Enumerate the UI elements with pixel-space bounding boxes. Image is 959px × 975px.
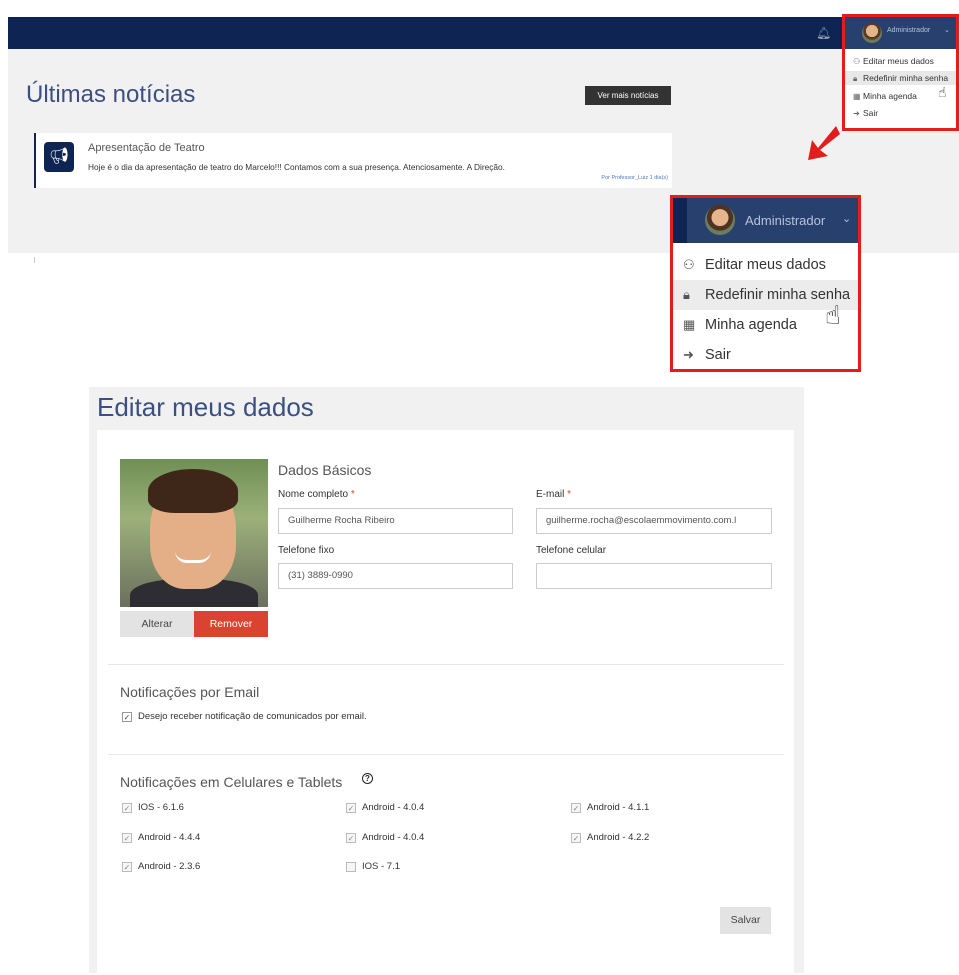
device-checkbox[interactable]: ✓	[571, 803, 581, 813]
email-notification-label: Desejo receber notificação de comunicado…	[138, 711, 367, 722]
email-field[interactable]: guilherme.rocha@escolaemmovimento.com.l	[536, 508, 772, 534]
device-label: IOS - 6.1.6	[138, 802, 184, 813]
mobile-label: Telefone celular	[536, 545, 607, 556]
profile-photo	[120, 459, 268, 607]
divider	[108, 754, 784, 755]
avatar	[705, 205, 735, 235]
news-item-title: Apresentação de Teatro	[88, 142, 205, 154]
device-notifications-heading: Notificações em Celulares e Tablets	[120, 774, 343, 790]
device-checkbox[interactable]: ✓	[122, 862, 132, 872]
device-checkbox[interactable]: ✓	[571, 833, 581, 843]
device-checkbox[interactable]: ✓	[346, 803, 356, 813]
email-notifications-heading: Notificações por Email	[120, 684, 260, 700]
divider	[34, 257, 35, 263]
sign-out-icon: ➜	[683, 347, 694, 362]
phone-label: Telefone fixo	[278, 545, 335, 556]
arrow-icon	[808, 126, 840, 160]
remove-photo-button[interactable]: Remover	[194, 611, 268, 637]
device-checkbox[interactable]: ✓	[346, 833, 356, 843]
device-label: Android - 2.3.6	[138, 861, 201, 872]
news-item-body: Hoje é o dia da apresentação de teatro d…	[88, 162, 505, 172]
top-navbar: 🔔︎	[8, 17, 959, 49]
full-name-label: Nome completo *	[278, 489, 355, 500]
device-label: Android - 4.4.4	[138, 832, 201, 843]
user-name: Administrador	[745, 213, 826, 228]
device-label: Android - 4.2.2	[587, 832, 650, 843]
highlight-box-small	[842, 14, 959, 131]
more-news-button[interactable]: Ver mais notícias	[585, 86, 671, 105]
divider	[108, 664, 784, 665]
question-circle-icon[interactable]: ?	[362, 773, 373, 784]
hand-pointer-icon: ☝︎	[938, 84, 947, 100]
page-title: Editar meus dados	[97, 392, 314, 422]
device-checkbox[interactable]: ✓	[122, 833, 132, 843]
device-label: Android - 4.1.1	[587, 802, 650, 813]
device-label: IOS - 7.1	[362, 861, 401, 872]
megaphone-icon: 📢︎	[44, 142, 74, 172]
mobile-field[interactable]	[536, 563, 772, 589]
user-icon: ⚇	[683, 257, 695, 272]
user-menu-zoomed: Administrador ⌄ ⚇ Editar meus dados 🔒︎ Red…	[670, 195, 861, 372]
bell-icon[interactable]: 🔔︎	[816, 26, 831, 40]
email-label: E-mail *	[536, 489, 572, 500]
email-notification-checkbox[interactable]: ✓	[122, 712, 132, 722]
device-label: Android - 4.0.4	[362, 802, 425, 813]
full-name-field[interactable]: Guilherme Rocha Ribeiro	[278, 508, 513, 534]
basic-data-heading: Dados Básicos	[278, 462, 372, 478]
device-checkbox[interactable]	[346, 862, 356, 872]
hand-pointer-icon: ☝︎	[825, 300, 841, 330]
change-photo-button[interactable]: Alterar	[120, 611, 194, 637]
lock-icon: 🔒︎	[683, 287, 690, 302]
menu-item-edit-profile[interactable]: ⚇ Editar meus dados	[673, 250, 858, 280]
user-menu-toggle-zoomed[interactable]: Administrador ⌄	[673, 198, 858, 243]
save-button[interactable]: Salvar	[720, 907, 771, 934]
phone-field[interactable]: (31) 3889-0990	[278, 563, 513, 589]
news-item[interactable]: 📢︎ Apresentação de Teatro Hoje é o dia d…	[34, 133, 672, 188]
news-item-byline: Por Professor_Luiz 1 dia(s)	[601, 175, 668, 181]
calendar-icon: ▦	[683, 317, 696, 332]
news-heading: Últimas notícias	[26, 81, 196, 108]
device-checkbox[interactable]: ✓	[122, 803, 132, 813]
device-label: Android - 4.0.4	[362, 832, 425, 843]
menu-item-logout[interactable]: ➜ Sair	[673, 340, 858, 370]
chevron-down-icon: ⌄	[842, 213, 852, 225]
